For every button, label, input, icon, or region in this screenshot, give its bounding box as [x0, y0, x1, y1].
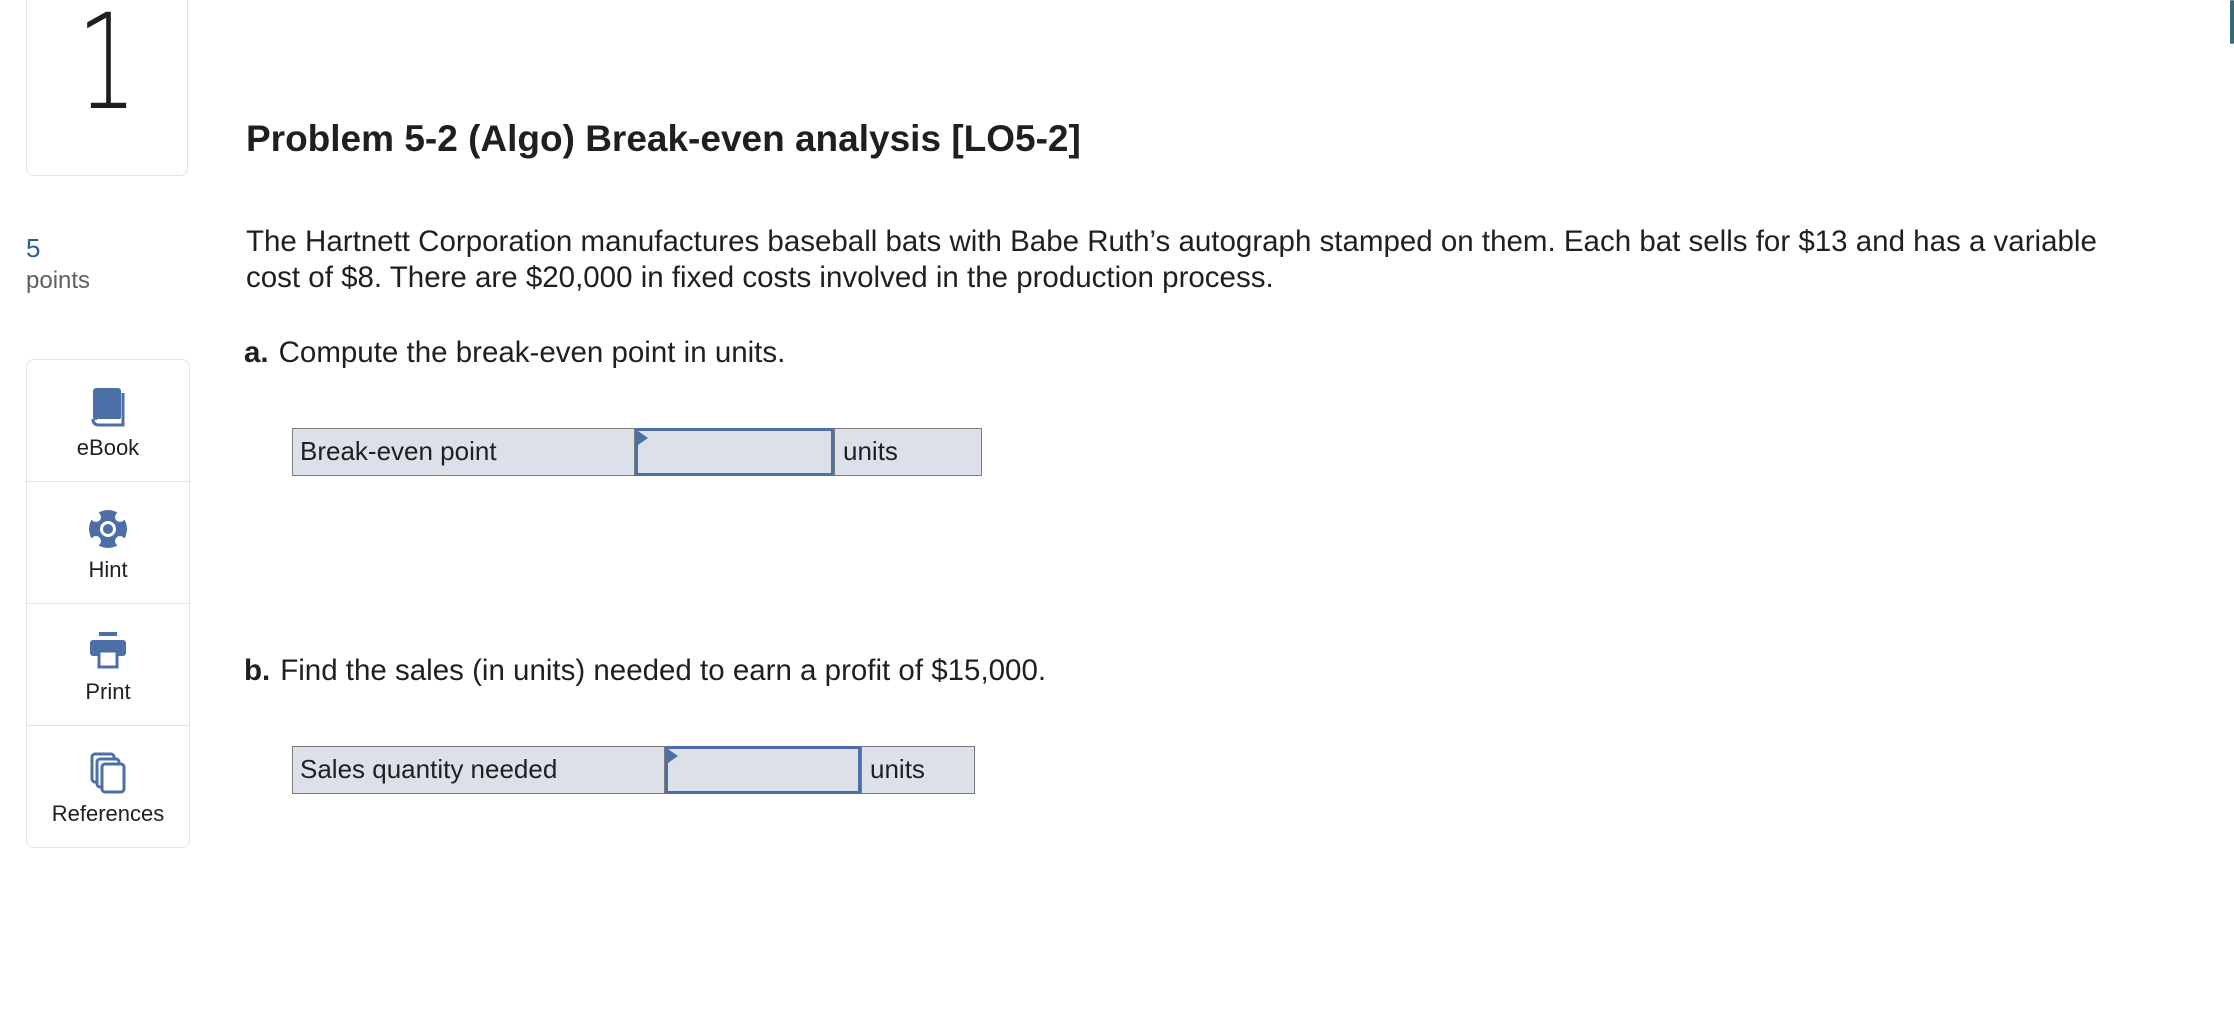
print-label: Print [85, 678, 131, 704]
problem-prompt: The Hartnett Corporation manufactures ba… [246, 225, 2097, 294]
flag-marker-icon [638, 430, 648, 445]
hint-label: Hint [88, 556, 128, 582]
tools-panel: eBook Hint Print References [26, 359, 190, 848]
part-b-letter: b. [244, 654, 271, 687]
points-value: 5 [26, 233, 41, 263]
part-a-text: Compute the break-even point in units. [278, 336, 786, 369]
references-button[interactable]: References [27, 726, 189, 848]
book-icon [91, 387, 125, 426]
answer-row-a: Break-even point units [292, 427, 982, 476]
answer-row-b: Sales quantity needed units [292, 745, 975, 794]
sales-quantity-input[interactable] [668, 748, 858, 791]
ebook-label: eBook [76, 434, 140, 460]
hint-button[interactable]: Hint [27, 482, 189, 604]
part-b-text: Find the sales (in units) needed to earn… [280, 654, 1047, 687]
part-a-question: a. Compute the break-even point in units. [244, 336, 785, 370]
break-even-unit: units [834, 429, 981, 475]
break-even-input-cell [635, 427, 834, 476]
problem-title: Problem 5-2 (Algo) Break-even analysis [… [246, 118, 1081, 159]
print-button[interactable]: Print [27, 604, 189, 726]
part-a-letter: a. [244, 336, 269, 369]
question-number-card: 1 [26, 0, 188, 176]
points-label: points [26, 267, 91, 294]
sales-quantity-unit: units [861, 747, 974, 793]
lifebuoy-icon [89, 509, 127, 548]
references-label: References [51, 801, 165, 826]
question-page: 1 5 points eBook Hint Print References P… [0, 0, 2234, 1028]
sales-quantity-input-cell [665, 745, 861, 794]
flag-marker-icon [668, 748, 678, 763]
question-number: 1 [76, 0, 138, 140]
break-even-input[interactable] [638, 430, 831, 473]
part-b-question: b. Find the sales (in units) needed to ea… [244, 654, 1046, 688]
documents-icon [90, 752, 126, 794]
sales-quantity-label: Sales quantity needed [293, 747, 665, 793]
printer-icon [90, 631, 126, 668]
break-even-label: Break-even point [293, 429, 635, 475]
ebook-button[interactable]: eBook [27, 360, 189, 482]
scrollbar[interactable] [2230, 0, 2234, 44]
